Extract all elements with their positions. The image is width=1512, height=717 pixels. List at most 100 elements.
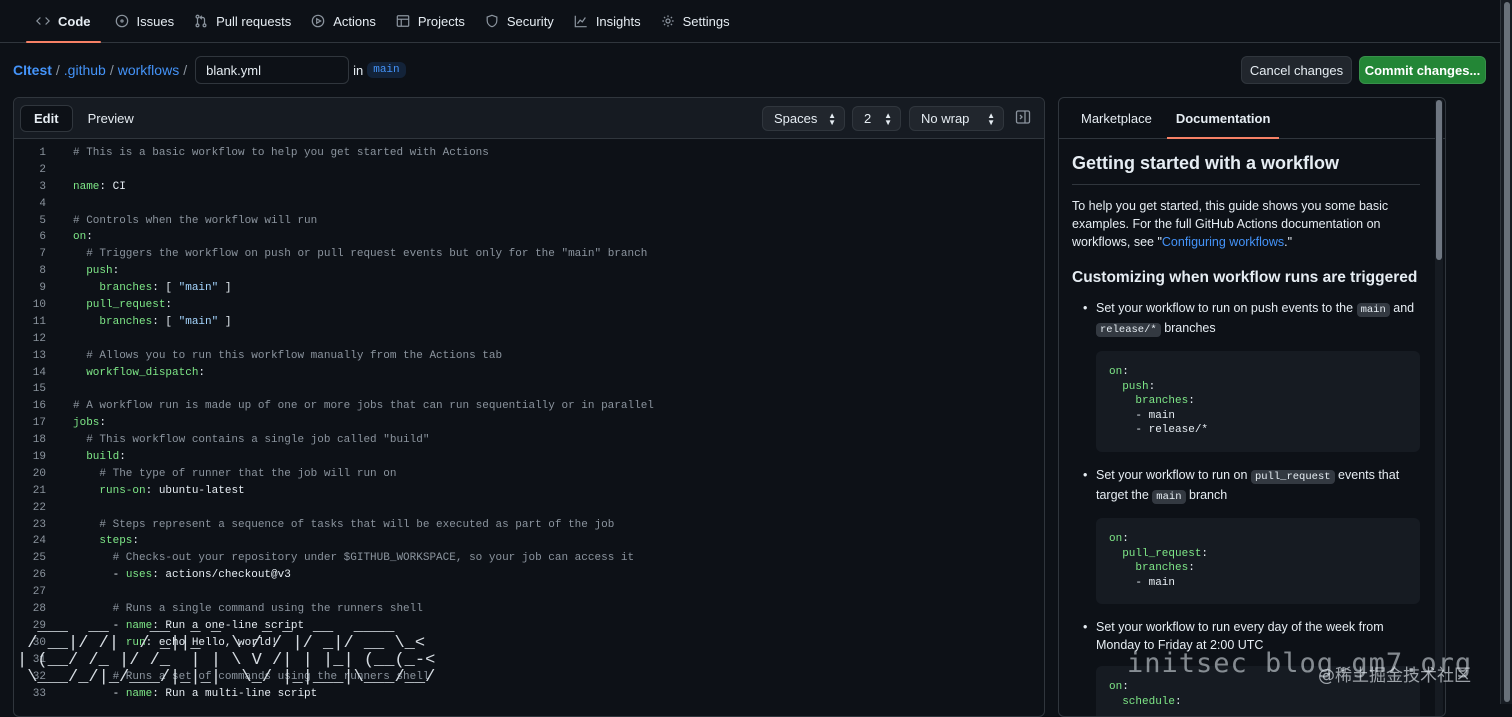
line-text: # Runs a set of commands using the runne… [112,670,430,683]
line-text: pull_request: [86,299,173,312]
tab-actions[interactable]: Actions [301,0,386,43]
tab-security[interactable]: Security [475,0,564,43]
line-number: 20 [32,467,46,480]
code-line[interactable]: 10 pull_request: [14,297,1044,314]
line-number: 32 [32,670,46,683]
code-line[interactable]: 30 run: echo Hello, world! [14,635,1044,652]
code-line[interactable]: 4 [14,196,1044,213]
line-number: 27 [32,586,46,599]
commit-changes-button[interactable]: Commit changes... [1359,56,1486,84]
code-line[interactable]: 2 [14,162,1044,179]
code-line[interactable]: 22 [14,500,1044,517]
tab-projects[interactable]: Projects [386,0,475,43]
line-number: 17 [32,417,46,430]
code-line[interactable]: 8 push: [14,263,1044,280]
tab-documentation[interactable]: Documentation [1166,98,1280,139]
code-line[interactable]: 1 # This is a basic workflow to help you … [14,145,1044,162]
line-number: 29 [32,619,46,632]
code-line[interactable]: 31 [14,652,1044,669]
list-item: Set your workflow to run on push events … [1083,299,1420,452]
line-text: - uses: actions/checkout@v3 [73,569,291,582]
code-line[interactable]: 9 branches: [ "main" ] [14,280,1044,297]
breadcrumb-github-link[interactable]: .github [64,62,106,78]
tab-marketplace[interactable]: Marketplace [1072,98,1161,138]
line-number: 24 [32,535,46,548]
code-line[interactable]: 23 # Steps represent a sequence of tasks… [14,517,1044,534]
code-line[interactable]: 5 # Controls when the workflow will run [14,213,1044,230]
tab-settings[interactable]: Settings [651,0,740,43]
code-line[interactable]: 17 jobs: [14,415,1044,432]
line-text: # This workflow contains a single job ca… [86,434,430,447]
tab-label: Issues [136,13,175,29]
line-number: 28 [32,603,46,616]
line-number: 25 [32,552,46,565]
code-line[interactable]: 14 workflow_dispatch: [14,365,1044,382]
line-text: # This is a basic workflow to help you g… [73,147,489,159]
code-area[interactable]: 1 # This is a basic workflow to help you … [14,145,1044,702]
code-line[interactable]: 16 # A workflow run is made up of one or … [14,398,1044,415]
line-text: # Triggers the workflow on push or pull … [86,248,648,261]
issue-icon [115,14,137,28]
code-line[interactable]: 19 build: [14,449,1044,466]
cancel-changes-button[interactable]: Cancel changes [1241,56,1352,84]
indent-mode-value: Spaces [774,111,818,126]
code-line[interactable]: 7 # Triggers the workflow on push or pul… [14,246,1044,263]
code-line[interactable]: 26 - uses: actions/checkout@v3 [14,567,1044,584]
code-line[interactable]: 28 # Runs a single command using the run… [14,601,1044,618]
wrap-mode-select[interactable]: No wrap ▲ ▼ [909,106,1004,131]
indent-mode-select[interactable]: Spaces ▲ ▼ [762,106,845,131]
line-number: 7 [39,248,46,261]
line-number: 6 [39,231,46,244]
code-line[interactable]: 13 # Allows you to run this workflow man… [14,348,1044,365]
line-number: 11 [32,315,46,328]
code-line[interactable]: 27 [14,584,1044,601]
docs-example-list: Set your workflow to run on push events … [1072,299,1420,716]
filename-input[interactable] [195,56,350,84]
edit-tab[interactable]: Edit [20,105,73,132]
line-number: 23 [32,518,46,531]
code-line[interactable]: 11 branches: [ "main" ] [14,314,1044,331]
branch-label: main [367,62,406,78]
code-line[interactable]: 25 # Checks-out your repository under $G… [14,550,1044,567]
inline-code: release/* [1096,323,1161,337]
code-line[interactable]: 15 [14,381,1044,398]
list-item: Set your workflow to run every day of th… [1083,618,1420,716]
preview-tab[interactable]: Preview [75,105,147,132]
breadcrumb-repo-link[interactable]: CItest [13,62,52,78]
page-scrollbar-thumb[interactable] [1504,2,1510,702]
tab-label: Settings [682,13,730,29]
line-number: 1 [39,147,46,159]
code-line[interactable]: 6 on: [14,229,1044,246]
configuring-workflows-link[interactable]: Configuring workflows [1162,235,1284,249]
line-text: # A workflow run is made up of one or mo… [73,400,654,413]
code-line[interactable]: 32 # Runs a set of commands using the ru… [14,669,1044,686]
docs-panel: Marketplace Documentation Getting starte… [1058,97,1446,717]
sidebar-toggle-icon[interactable] [1015,109,1033,127]
docs-scrollbar[interactable] [1435,100,1443,716]
tab-pull-requests[interactable]: Pull requests [184,0,301,43]
code-line[interactable]: 33 - name: Run a multi-line script [14,686,1044,703]
tab-label: Security [506,13,554,29]
code-line[interactable]: 21 runs-on: ubuntu-latest [14,483,1044,500]
tab-insights[interactable]: Insights [564,0,651,43]
breadcrumb-workflows-link[interactable]: workflows [118,62,179,78]
select-caret-icon: ▲ ▼ [828,111,836,127]
tab-code[interactable]: Code [26,0,101,43]
indent-size-select[interactable]: 2 ▲ ▼ [852,106,901,131]
code-line[interactable]: 29 - name: Run a one-line script [14,618,1044,635]
code-line[interactable]: 18 # This workflow contains a single job… [14,432,1044,449]
mode-switch: Edit Preview [20,105,147,132]
line-number: 2 [39,163,46,176]
code-line[interactable]: 24 steps: [14,533,1044,550]
code-line[interactable]: 12 [14,331,1044,348]
code-line[interactable]: 3 name: CI [14,179,1044,196]
line-text: jobs: [73,417,107,430]
page-scrollbar[interactable] [1500,0,1512,704]
line-text: on: [73,231,93,244]
indent-size-value: 2 [864,111,872,126]
inline-code: main [1356,303,1390,317]
code-line[interactable]: 20 # The type of runner that the job wil… [14,466,1044,483]
line-number: 22 [32,501,46,514]
tab-issues[interactable]: Issues [105,0,185,43]
docs-scrollbar-thumb[interactable] [1436,100,1442,260]
